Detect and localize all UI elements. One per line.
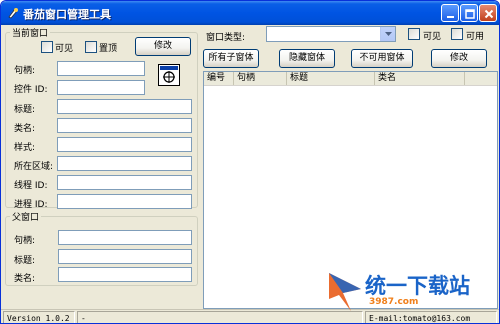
maximize-button[interactable]: [460, 4, 478, 22]
app-window: 番茄窗口管理工具 当前窗口 可见 置顶 修改 句柄: 控件 ID: 标题: 类名…: [0, 0, 500, 324]
column-header-class[interactable]: 类名: [375, 72, 465, 85]
disabled-windows-button[interactable]: 不可用窗体: [351, 49, 413, 68]
parent-title-field[interactable]: [58, 249, 192, 264]
visible-checkbox[interactable]: [41, 41, 53, 53]
class-name-field[interactable]: [57, 118, 192, 133]
region-label: 所在区域:: [14, 162, 54, 172]
window-type-select[interactable]: [266, 26, 396, 42]
window-type-label: 窗口类型:: [206, 33, 246, 43]
process-id-label: 进程 ID:: [14, 200, 48, 210]
control-id-field[interactable]: [57, 80, 145, 95]
style-field[interactable]: [57, 137, 192, 152]
minimize-icon: [447, 16, 454, 18]
handle-label: 句柄:: [14, 66, 36, 76]
visible-checkbox-label: 可见: [55, 44, 74, 54]
hidden-windows-button[interactable]: 隐藏窗体: [279, 49, 335, 68]
column-header-number[interactable]: 编号: [204, 72, 234, 85]
window-finder-target-icon[interactable]: [158, 64, 180, 86]
maximize-icon: [465, 9, 475, 19]
watermark-subtext: 3987.com: [369, 297, 419, 307]
watermark-arrow-icon: [329, 273, 361, 311]
status-version: Version 1.0.2: [3, 311, 75, 323]
thread-id-field[interactable]: [57, 175, 192, 190]
column-header-handle[interactable]: 句柄: [234, 72, 287, 85]
class-name-label: 类名:: [14, 124, 36, 134]
all-children-button[interactable]: 所有子窗体: [203, 49, 259, 68]
filter-visible-label: 可见: [423, 32, 442, 42]
dropdown-button[interactable]: [380, 27, 395, 41]
window-title: 番茄窗口管理工具: [23, 8, 111, 21]
window-list-header: 编号 句柄 标题 类名: [204, 72, 497, 86]
region-field[interactable]: [57, 156, 192, 171]
watermark-text: 统一下载站: [365, 274, 470, 298]
topmost-checkbox-label: 置顶: [99, 44, 118, 54]
chevron-down-icon: [385, 32, 392, 36]
control-id-label: 控件 ID:: [14, 85, 48, 95]
parent-handle-label: 句柄:: [14, 236, 36, 246]
title-field[interactable]: [57, 99, 192, 114]
parent-handle-field[interactable]: [58, 230, 192, 245]
current-window-group-title: 当前窗口: [10, 26, 51, 39]
tomato-app-icon: [8, 8, 18, 19]
style-label: 样式:: [14, 143, 36, 153]
topmost-checkbox[interactable]: [85, 41, 97, 53]
filter-enabled-checkbox[interactable]: [451, 28, 463, 40]
handle-field[interactable]: [57, 61, 145, 76]
filter-enabled-label: 可用: [466, 32, 485, 42]
status-message: -: [77, 311, 363, 323]
filter-visible-checkbox[interactable]: [408, 28, 420, 40]
close-button[interactable]: [479, 4, 497, 22]
title-label: 标题:: [14, 105, 36, 115]
modify-current-button[interactable]: 修改: [135, 37, 191, 56]
close-icon: [484, 9, 494, 19]
process-id-field[interactable]: [57, 194, 192, 209]
column-header-title[interactable]: 标题: [287, 72, 375, 85]
modify-list-button[interactable]: 修改: [431, 49, 487, 68]
thread-id-label: 线程 ID:: [14, 181, 48, 191]
watermark-logo: 统一下载站 3987.com: [327, 267, 499, 315]
parent-title-label: 标题:: [14, 256, 36, 266]
parent-class-field[interactable]: [58, 267, 192, 282]
title-bar[interactable]: 番茄窗口管理工具: [1, 1, 499, 25]
minimize-button[interactable]: [441, 4, 459, 22]
parent-class-label: 类名:: [14, 274, 36, 284]
parent-window-group-title: 父窗口: [10, 210, 42, 223]
